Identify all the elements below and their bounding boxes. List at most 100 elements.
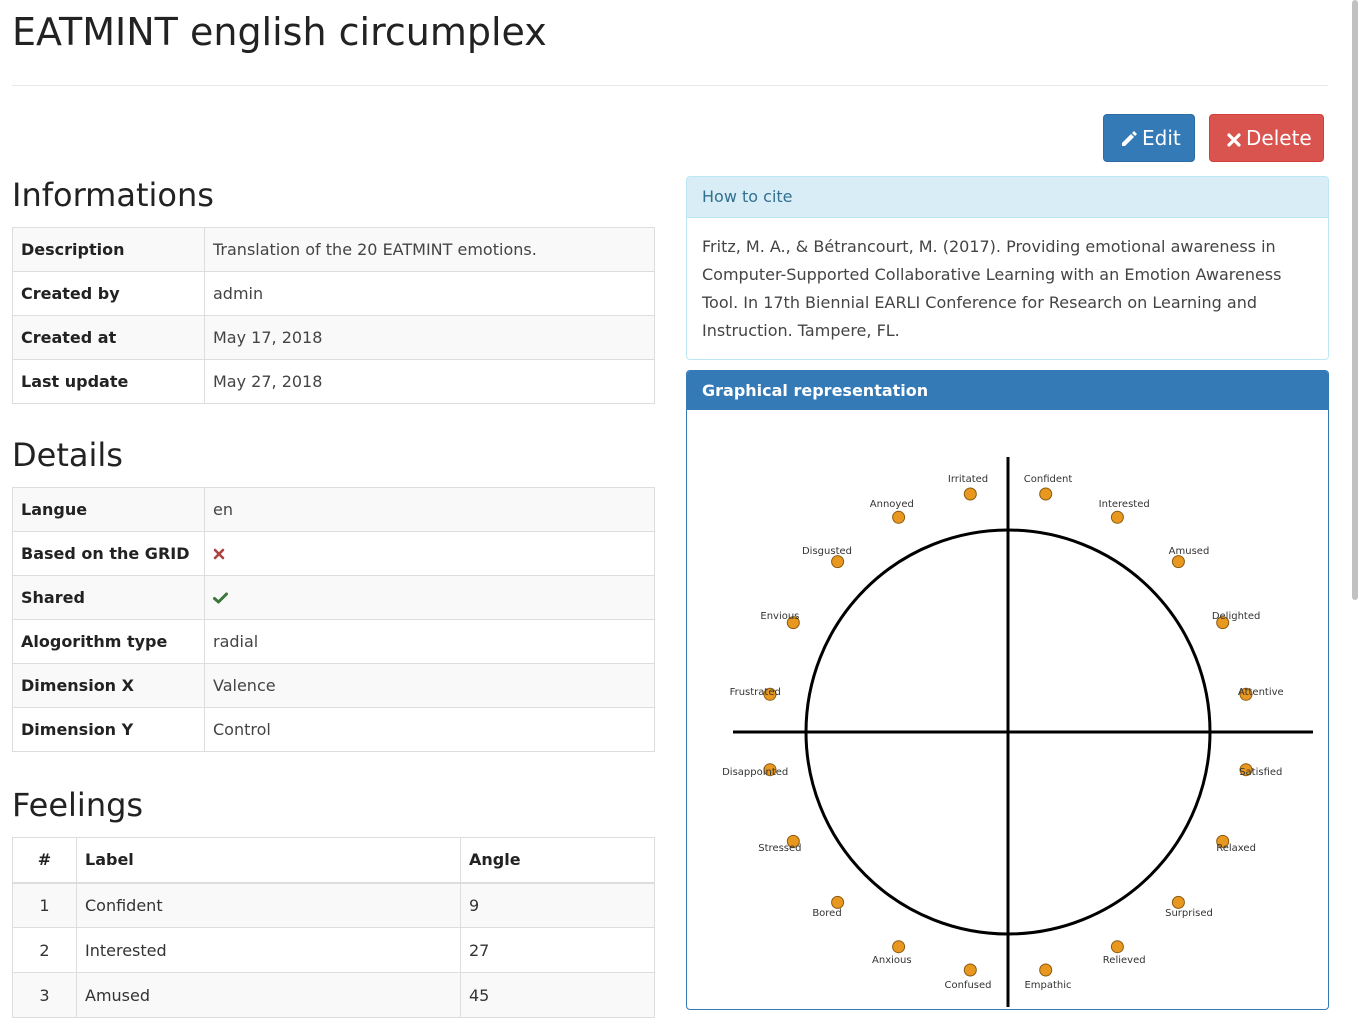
row-value: Translation of the 20 EATMINT emotions. [204, 227, 655, 272]
emotion-label: Envious [760, 611, 799, 622]
emotion-label: Amused [1169, 546, 1210, 557]
feeling-angle: 9 [460, 882, 655, 928]
table-row: Based on the GRID [12, 531, 655, 576]
emotion-point[interactable] [1110, 940, 1124, 954]
cross-icon [213, 548, 225, 560]
circumplex-diagram: Confident Interested Amused Delighted Attent… [722, 457, 1313, 1007]
close-icon [1227, 133, 1241, 147]
row-key: Shared [12, 575, 205, 620]
emotion-label: Relaxed [1216, 843, 1256, 854]
table-row: Alogorithm type radial [12, 619, 655, 664]
table-row: 1 Confident 9 [12, 882, 655, 928]
row-value: Control [204, 707, 655, 752]
emotion-label: Anxious [872, 955, 912, 966]
row-value: Valence [204, 663, 655, 708]
emotion-point[interactable] [1171, 895, 1185, 909]
emotion-label: Bored [812, 908, 841, 919]
emotion-label: Empathic [1024, 980, 1071, 991]
emotion-label: Relieved [1103, 955, 1146, 966]
emotion-point[interactable] [963, 487, 977, 501]
emotion-label: Interested [1099, 499, 1150, 510]
row-key: Last update [12, 359, 205, 404]
row-key: Based on the GRID [12, 531, 205, 576]
pencil-icon [1122, 131, 1137, 146]
cite-text: Fritz, M. A., & Bétrancourt, M. (2017). … [702, 237, 1282, 340]
row-key: Description [12, 227, 205, 272]
graph-panel: Graphical representation Confident Intere… [686, 370, 1329, 1010]
row-key: Dimension Y [12, 707, 205, 752]
emotion-label: Satisfied [1239, 767, 1282, 778]
emotion-point[interactable] [892, 510, 906, 524]
emotion-point[interactable] [831, 895, 845, 909]
feeling-label: Confident [76, 882, 461, 928]
table-row: Description Translation of the 20 EATMIN… [12, 227, 655, 272]
feelings-heading: Feelings [12, 786, 144, 824]
emotion-point[interactable] [1039, 963, 1053, 977]
feeling-num: 2 [12, 927, 77, 973]
emotion-point[interactable] [892, 940, 906, 954]
cite-panel: How to cite Fritz, M. A., & Bétrancourt,… [686, 176, 1329, 360]
feeling-angle: 27 [460, 927, 655, 973]
row-value: May 17, 2018 [204, 315, 655, 360]
emotion-label: Confident [1024, 474, 1073, 485]
check-icon [213, 592, 228, 604]
table-row: Created at May 17, 2018 [12, 315, 655, 360]
feeling-angle: 45 [460, 972, 655, 1018]
row-key: Langue [12, 487, 205, 532]
emotion-label: Disgusted [802, 546, 852, 557]
emotion-label: Confused [944, 980, 991, 991]
informations-heading: Informations [12, 176, 214, 214]
row-key: Dimension X [12, 663, 205, 708]
column-header-angle[interactable]: Angle [460, 837, 655, 884]
row-value [204, 575, 655, 620]
emotion-label: Attentive [1238, 687, 1284, 698]
details-heading: Details [12, 436, 123, 474]
details-table: Langue en Based on the GRID Shared Alogo… [12, 487, 655, 752]
emotion-label: Frustrated [730, 687, 781, 698]
emotion-point[interactable] [963, 963, 977, 977]
feeling-label: Interested [76, 927, 461, 973]
column-header-label[interactable]: Label [76, 837, 461, 884]
row-value [204, 531, 655, 576]
feeling-label: Amused [76, 972, 461, 1018]
table-header-row: # Label Angle [12, 837, 655, 884]
emotion-label: Disappointed [722, 767, 788, 778]
table-row: Langue en [12, 487, 655, 532]
table-row: Last update May 27, 2018 [12, 359, 655, 404]
row-value: en [204, 487, 655, 532]
table-row: 2 Interested 27 [12, 927, 655, 973]
emotion-point[interactable] [1039, 487, 1053, 501]
emotion-label: Irritated [948, 474, 988, 485]
row-key: Created at [12, 315, 205, 360]
scrollbar[interactable] [1352, 0, 1358, 600]
emotion-label: Annoyed [870, 499, 914, 510]
row-key: Created by [12, 271, 205, 316]
row-key: Alogorithm type [12, 619, 205, 664]
delete-button[interactable]: Delete [1209, 114, 1324, 162]
column-header-num[interactable]: # [12, 837, 77, 884]
feelings-table: # Label Angle 1 Confident 9 2 Interested… [12, 837, 655, 1018]
table-row: Dimension Y Control [12, 707, 655, 752]
emotion-label: Surprised [1165, 908, 1213, 919]
cite-panel-heading: How to cite [687, 177, 1328, 218]
emotion-label: Delighted [1212, 611, 1261, 622]
edit-button[interactable]: Edit [1103, 114, 1195, 162]
table-row: 3 Amused 45 [12, 972, 655, 1018]
table-row: Shared [12, 575, 655, 620]
table-row: Dimension X Valence [12, 663, 655, 708]
row-value: May 27, 2018 [204, 359, 655, 404]
emotion-label: Stressed [758, 843, 801, 854]
row-value: admin [204, 271, 655, 316]
emotion-point[interactable] [1171, 555, 1185, 569]
emotion-point[interactable] [1110, 510, 1124, 524]
row-value: radial [204, 619, 655, 664]
title-divider [12, 85, 1328, 86]
table-row: Created by admin [12, 271, 655, 316]
emotion-point[interactable] [831, 555, 845, 569]
feeling-num: 1 [12, 882, 77, 928]
page-title: EATMINT english circumplex [12, 10, 547, 54]
informations-table: Description Translation of the 20 EATMIN… [12, 227, 655, 404]
edit-button-label: Edit [1142, 126, 1181, 150]
feeling-num: 3 [12, 972, 77, 1018]
delete-button-label: Delete [1246, 126, 1312, 150]
